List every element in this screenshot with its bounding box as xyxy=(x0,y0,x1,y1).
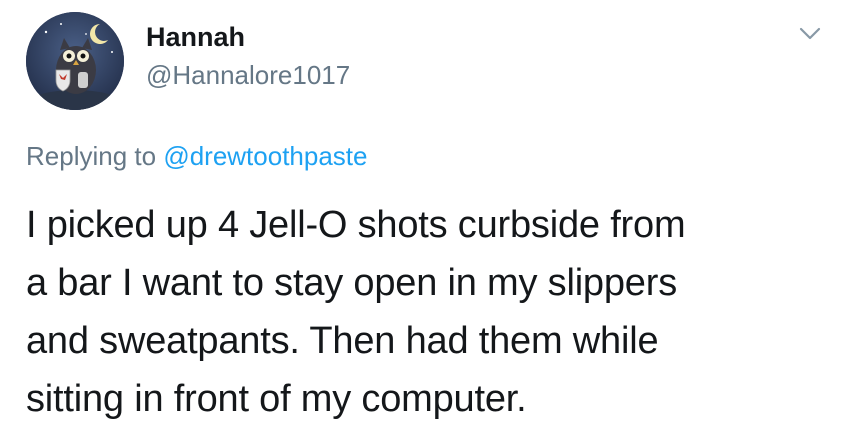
avatar[interactable] xyxy=(26,12,124,110)
tweet-card: Hannah @Hannalore1017 Replying to @drewt… xyxy=(0,0,842,438)
chevron-down-icon xyxy=(799,27,821,40)
reply-prefix: Replying to xyxy=(26,141,157,171)
reply-context: Replying to @drewtoothpaste xyxy=(26,138,368,174)
owl-knight-avatar-icon xyxy=(26,12,124,110)
more-options-button[interactable] xyxy=(797,20,823,46)
author-handle[interactable]: @Hannalore1017 xyxy=(146,58,350,92)
tweet-body: I picked up 4 Jell-O shots curbside from… xyxy=(26,196,826,428)
tweet-body-line: and sweatpants. Then had them while xyxy=(26,320,659,362)
reply-mention-link[interactable]: @drewtoothpaste xyxy=(163,141,367,171)
author-display-name[interactable]: Hannah xyxy=(146,20,245,54)
tweet-body-line: I picked up 4 Jell-O shots curbside from xyxy=(26,204,686,246)
tweet-body-line: a bar I want to stay open in my slippers xyxy=(26,262,677,304)
tweet-body-line: sitting in front of my computer. xyxy=(26,378,527,420)
